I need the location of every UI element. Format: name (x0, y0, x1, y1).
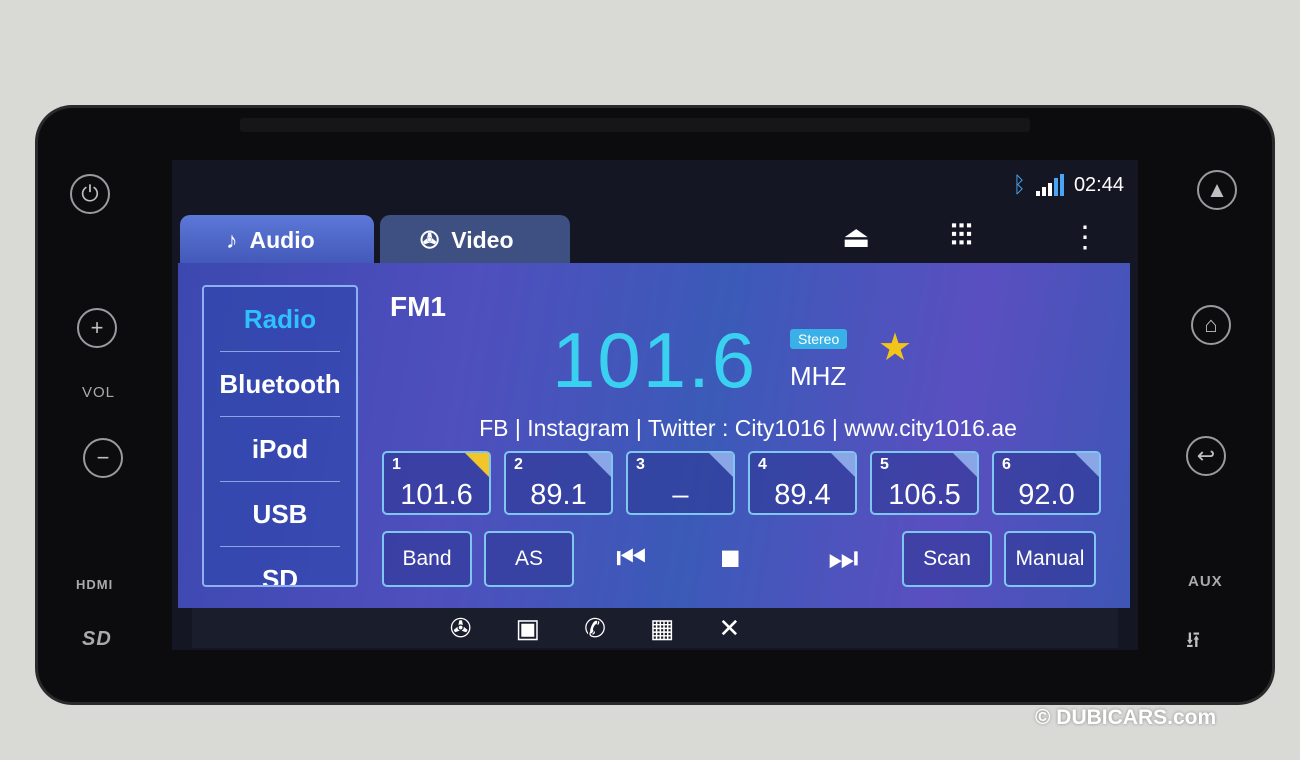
preset-frequency: 89.1 (530, 479, 587, 511)
skip-previous-icon: ⏮ (616, 539, 647, 577)
signal-icon (1035, 174, 1064, 196)
preset-2[interactable]: 2 89.1 (504, 451, 613, 515)
film-reel-icon: ✇ (420, 226, 440, 253)
preset-frequency: 101.6 (400, 479, 473, 511)
disc-slot (240, 118, 1030, 132)
tab-label: Video (451, 226, 514, 253)
source-sd[interactable]: SD (220, 547, 340, 586)
source-radio[interactable]: Radio (220, 287, 340, 352)
radio-panel: Radio Bluetooth iPod USB SD FM1 101.6 St… (178, 263, 1130, 608)
preset-5[interactable]: 5 106.5 (870, 451, 979, 515)
power-button[interactable]: ⏻ (70, 174, 110, 214)
autostore-button[interactable]: AS (484, 531, 574, 587)
preset-number: 2 (514, 456, 523, 473)
frequency-unit: MHZ (790, 361, 847, 391)
preset-number: 3 (636, 456, 645, 473)
band-button[interactable]: Band (382, 531, 472, 587)
preset-number: 5 (880, 456, 889, 473)
tab-video[interactable]: ✇ Video (380, 215, 570, 265)
preset-6[interactable]: 6 92.0 (992, 451, 1101, 515)
menu-icon: ⋮ (1070, 221, 1100, 254)
favorite-star-icon[interactable]: ★ (878, 325, 912, 370)
equalizer-icon: ⫶⫶⫶ (950, 220, 973, 253)
preset-frequency: 92.0 (1018, 479, 1075, 511)
source-list[interactable]: Radio Bluetooth iPod USB SD (202, 285, 358, 587)
eject-icon: ⏏ (842, 221, 871, 254)
volume-up-button[interactable]: + (77, 308, 117, 348)
settings-icon[interactable]: ✕ (718, 613, 740, 644)
map-icon[interactable]: ▣ (516, 613, 541, 644)
frequency-display: 101.6 (552, 316, 758, 404)
status-bar: ᛒ 02:44 (1013, 172, 1124, 198)
eject-button[interactable]: ⏏ (842, 220, 870, 255)
apps-icon[interactable]: ▦ (650, 613, 675, 644)
stop-icon: ■ (720, 539, 741, 577)
phone-icon[interactable]: ✆ (584, 613, 606, 644)
tab-audio[interactable]: ♪ Audio (180, 215, 374, 265)
stereo-badge: Stereo (790, 329, 848, 349)
preset-3[interactable]: 3– (626, 451, 735, 515)
aux-label: AUX (1188, 573, 1223, 590)
navigation-button[interactable]: ▲ (1197, 170, 1237, 210)
manual-button[interactable]: Manual (1004, 531, 1096, 587)
stop-button[interactable]: ■ (720, 539, 741, 578)
equalizer-button[interactable]: ⫶⫶⫶ (950, 220, 973, 254)
home-icon: ⌂ (1204, 312, 1218, 337)
preset-number: 4 (758, 456, 767, 473)
navigation-icon: ▲ (1206, 177, 1228, 202)
skip-next-icon: ⏭ (828, 539, 859, 577)
preset-frequency: – (672, 479, 689, 511)
source-usb[interactable]: USB (220, 482, 340, 547)
sd-label: SD (82, 628, 112, 650)
back-button[interactable]: ↩ (1186, 436, 1226, 476)
back-icon: ↩ (1196, 443, 1216, 468)
preset-frequency: 89.4 (774, 479, 831, 511)
hdmi-label: HDMI (76, 577, 114, 592)
preset-number: 1 (392, 456, 401, 473)
watermark: © DUBICARS.com (1035, 706, 1217, 729)
touchscreen: ᛒ 02:44 ♪ Audio ✇ Video ⏏ ⫶⫶⫶ ⋮ Radio Blue… (172, 160, 1138, 650)
source-ipod[interactable]: iPod (220, 417, 340, 482)
tab-label: Audio (249, 226, 315, 253)
volume-down-button[interactable]: − (83, 438, 123, 478)
menu-button[interactable]: ⋮ (1070, 220, 1100, 255)
preset-number: 6 (1002, 456, 1011, 473)
next-button[interactable]: ⏭ (828, 539, 859, 578)
usb-icon: ⭿ (1186, 628, 1201, 653)
media-icon[interactable]: ✇ (450, 613, 472, 644)
source-bluetooth[interactable]: Bluetooth (219, 352, 341, 417)
clock: 02:44 (1073, 173, 1124, 196)
preset-list: 1 101.6 2 89.1 3– 4 89.4 5 106.5 6 92.0 (382, 451, 1101, 515)
band-label: FM1 (390, 291, 446, 322)
music-note-icon: ♪ (226, 226, 238, 253)
preset-frequency: 106.5 (888, 479, 961, 511)
bluetooth-icon: ᛒ (1012, 172, 1026, 197)
home-button[interactable]: ⌂ (1191, 305, 1231, 345)
bottom-bar: ✇ ▣ ✆ ▦ ✕ (192, 608, 1118, 648)
previous-button[interactable]: ⏮ (616, 539, 647, 578)
vol-label: VOL (82, 384, 116, 401)
radio-text: FB | Instagram | Twitter : City1016 | ww… (479, 415, 1017, 441)
scan-button[interactable]: Scan (902, 531, 992, 587)
tuner-controls: Band AS ⏮ ■ ⏭ Scan Manual (382, 531, 1098, 587)
preset-4[interactable]: 4 89.4 (748, 451, 857, 515)
preset-1[interactable]: 1 101.6 (382, 451, 491, 515)
